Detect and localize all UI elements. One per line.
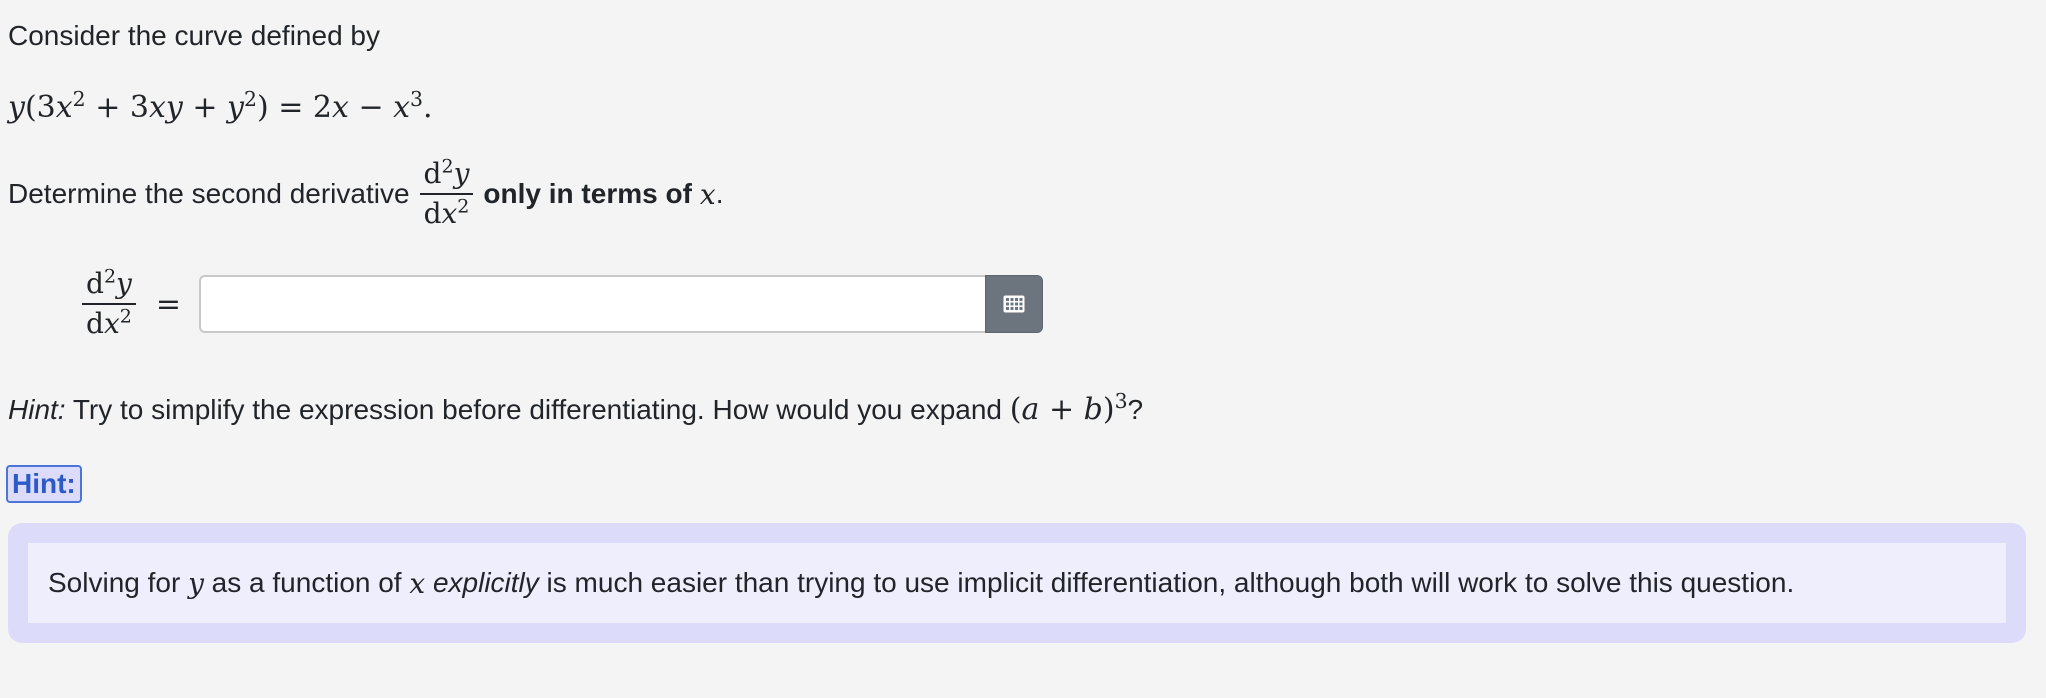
hint-line: Hint: Try to simplify the expression bef… [8,388,1144,427]
hint-panel-content: Solving for y as a function of x explici… [28,543,2006,623]
keyboard-icon [1003,295,1025,313]
second-derivative-fraction: d2y dx2 [419,157,474,230]
answer-input-group [199,275,1044,334]
answer-row: d2y dx2 = [72,267,1044,340]
instruction-bold: only in terms of [483,178,692,210]
hint-emphasis: explicitly [432,567,539,598]
instruction-variable: x [699,177,716,211]
hint-panel: Solving for y as a function of x explici… [8,523,2026,643]
instruction-text: Determine the second derivative d2y dx2 … [8,155,724,231]
curve-equation: y(3x2 + 3xy + y2) = 2x − x3. [8,86,433,125]
hint-toggle-button[interactable]: Hint: [6,465,82,503]
answer-derivative-label: d2y dx2 [82,267,136,340]
instruction-prefix: Determine the second derivative [8,178,410,210]
answer-input[interactable] [199,275,986,334]
hint-label: Hint: [8,394,66,425]
intro-text: Consider the curve defined by [8,20,380,51]
math-keyboard-button[interactable] [985,275,1044,334]
equals-sign: = [155,286,182,322]
